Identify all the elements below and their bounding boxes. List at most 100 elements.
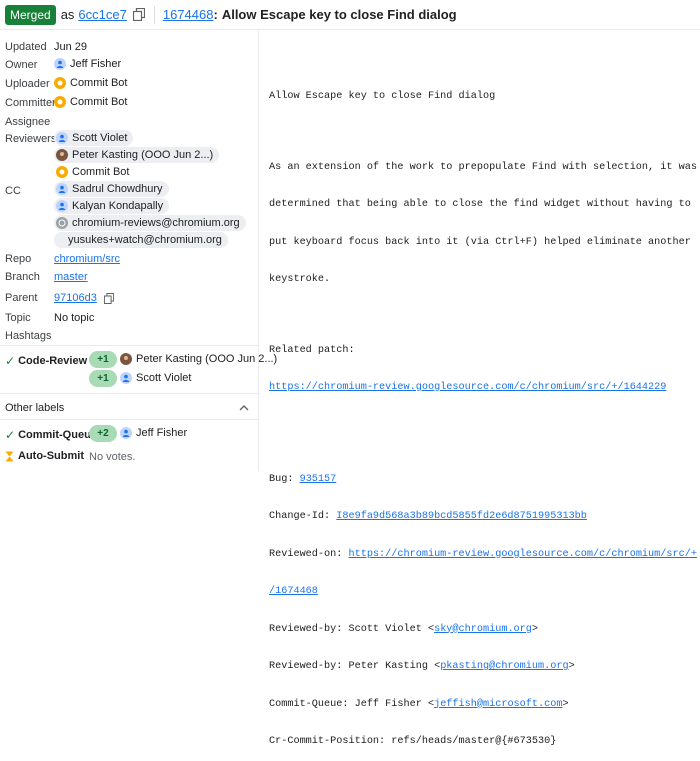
commit-message: Allow Escape key to close Find dialog As…: [260, 31, 700, 747]
cc-chip[interactable]: Kalyan Kondapally: [54, 198, 170, 214]
bot-avatar-icon: [54, 96, 66, 108]
reviewed-by-line: Reviewed-by: Scott Violet <sky@chromium.…: [269, 624, 700, 637]
cc-label: CC: [5, 185, 21, 197]
uploader-value[interactable]: Commit Bot: [54, 77, 127, 89]
cr-commit-position: Cr-Commit-Position: refs/heads/master@{#…: [269, 736, 557, 747]
user-avatar-icon: [56, 200, 68, 212]
copy-icon[interactable]: [132, 8, 146, 22]
commit-link[interactable]: 6cc1ce7: [78, 7, 126, 22]
parent-value: 97106d3: [54, 291, 116, 305]
reviewers-label: Reviewers: [5, 133, 57, 145]
bug-link[interactable]: 935157: [300, 474, 337, 485]
metadata-panel: Updated Jun 29 Owner Jeff Fisher Uploade…: [0, 31, 277, 471]
commit-queue-line: Commit-Queue: Jeff Fisher <jeffish@micro…: [269, 699, 700, 712]
reviewed-on-link-cont[interactable]: /1674468: [269, 586, 318, 597]
change-title: Allow Escape key to close Find dialog: [221, 7, 457, 22]
user-avatar-icon: [120, 427, 132, 439]
reviewer-chip[interactable]: Scott Violet: [54, 130, 134, 146]
check-icon: ✓: [5, 428, 16, 442]
email-link[interactable]: sky@chromium.org: [434, 624, 532, 635]
cc-chip[interactable]: Sadrul Chowdhury: [54, 181, 169, 197]
cc-chip[interactable]: yusukes+watch@chromium.org: [54, 232, 228, 248]
bot-avatar-icon: [54, 77, 66, 89]
change-id-link[interactable]: I8e9fa9d568a3b89bcd5855fd2e6d8751995313b…: [336, 511, 587, 522]
section-divider: [0, 419, 259, 420]
related-patch-link[interactable]: https://chromium-review.googlesource.com…: [269, 382, 666, 393]
user-avatar-icon: [56, 132, 68, 144]
section-divider: [0, 393, 259, 394]
title-separator: :: [213, 7, 218, 22]
repo-label: Repo: [5, 253, 32, 265]
cc-chip[interactable]: chromium-reviews@chromium.org: [54, 215, 246, 231]
label-name: Commit-Queue: [18, 429, 97, 441]
code-review-label: ✓ Code-Review: [5, 354, 87, 368]
user-photo-avatar: [120, 353, 132, 365]
reviewer-chip[interactable]: Commit Bot: [54, 164, 135, 180]
as-text: as: [60, 7, 75, 22]
reviewed-on-label: Reviewed-on:: [269, 548, 349, 560]
hourglass-icon: [5, 451, 14, 462]
voter[interactable]: Scott Violet: [120, 372, 191, 384]
change-id-label: Change-Id:: [269, 511, 337, 522]
repo-link[interactable]: chromium/src: [54, 253, 120, 265]
updated-label: Updated: [5, 41, 47, 53]
owner-name: Jeff Fisher: [70, 58, 122, 70]
bug-label: Bug:: [269, 473, 300, 485]
auto-submit-value: No votes.: [89, 451, 136, 463]
vote-chip[interactable]: +1: [89, 370, 117, 387]
cc-name: yusukes+watch@chromium.org: [68, 234, 222, 246]
assignee-label: Assignee: [5, 116, 51, 128]
reviewer-name: Peter Kasting (OOO Jun 2...): [72, 149, 214, 161]
voter[interactable]: Peter Kasting (OOO Jun 2...): [120, 353, 277, 365]
topic-value[interactable]: No topic: [54, 312, 94, 324]
reviewer-chip[interactable]: Peter Kasting (OOO Jun 2...): [54, 147, 220, 163]
owner-value[interactable]: Jeff Fisher: [54, 58, 121, 70]
uploader-name: Commit Bot: [70, 77, 128, 89]
committer-value[interactable]: Commit Bot: [54, 96, 127, 108]
vote-chip[interactable]: +1: [89, 351, 117, 368]
label-name: Auto-Submit: [18, 450, 84, 462]
topic-label: Topic: [5, 312, 31, 324]
committer-name: Commit Bot: [70, 96, 128, 108]
change-header: Merged as 6cc1ce7 1674468 : Allow Escape…: [0, 0, 700, 30]
reviewed-on-line: Reviewed-on: https://chromium-review.goo…: [269, 549, 700, 562]
angle: >: [531, 623, 539, 635]
voter-name: Peter Kasting (OOO Jun 2...): [136, 353, 278, 365]
branch-label: Branch: [5, 271, 40, 283]
commit-queue-label: Commit-Queue: Jeff Fisher <: [269, 698, 435, 710]
copy-icon[interactable]: [102, 291, 116, 305]
reviewed-by-label: Reviewed-by: Scott Violet <: [269, 623, 435, 635]
other-labels-title[interactable]: Other labels: [5, 402, 64, 414]
hashtags-label: Hashtags: [5, 330, 52, 342]
section-divider: [0, 345, 259, 346]
voter[interactable]: Jeff Fisher: [120, 427, 187, 439]
email-link[interactable]: pkasting@chromium.org: [440, 661, 568, 672]
chevron-up-icon[interactable]: [238, 402, 250, 414]
message-body-line: As an extension of the work to prepopula…: [269, 161, 697, 173]
user-avatar-icon: [54, 58, 66, 70]
voter-name: Scott Violet: [136, 372, 192, 384]
commit-queue-label: ✓ Commit-Queue: [5, 428, 97, 442]
status-badge: Merged: [5, 4, 56, 25]
user-avatar-icon: [120, 372, 132, 384]
committer-label: Committer: [5, 97, 56, 109]
vote-chip[interactable]: +2: [89, 425, 117, 442]
group-avatar-icon: [56, 217, 68, 229]
parent-label: Parent: [5, 292, 38, 304]
bug-line: Bug: 935157: [269, 474, 700, 487]
user-avatar-icon: [56, 183, 68, 195]
reviewed-by-line: Reviewed-by: Peter Kasting <pkasting@chr…: [269, 661, 700, 674]
change-id-line: Change-Id: I8e9fa9d568a3b89bcd5855fd2e6d…: [269, 511, 700, 524]
branch-link[interactable]: master: [54, 271, 88, 283]
email-link[interactable]: jeffish@microsoft.com: [434, 699, 562, 710]
reviewed-on-link[interactable]: https://chromium-review.googlesource.com…: [348, 549, 696, 560]
angle: >: [568, 661, 575, 672]
cc-name: chromium-reviews@chromium.org: [72, 217, 240, 229]
parent-link[interactable]: 97106d3: [54, 292, 97, 304]
auto-submit-label: Auto-Submit: [5, 450, 84, 462]
reviewer-name: Commit Bot: [72, 166, 130, 178]
change-number-link[interactable]: 1674468: [163, 7, 214, 22]
message-body-line: put keyboard focus back into it (via Ctr…: [269, 236, 691, 248]
cc-name: Sadrul Chowdhury: [72, 183, 163, 195]
reviewer-name: Scott Violet: [72, 132, 128, 144]
